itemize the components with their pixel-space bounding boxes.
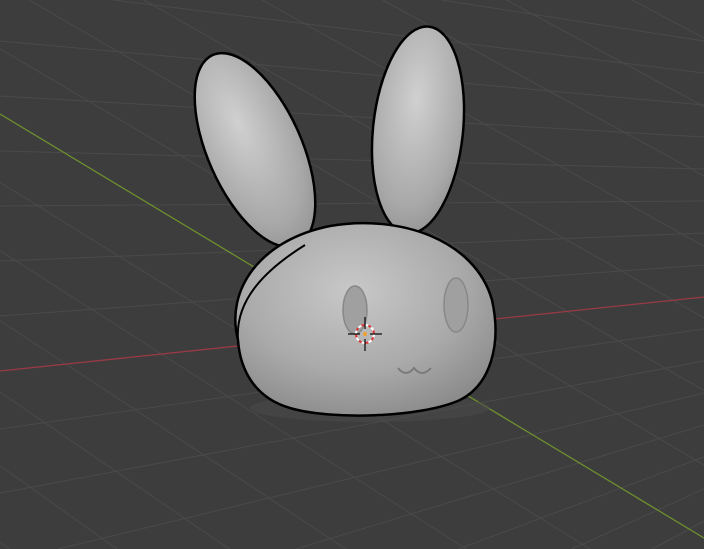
left-eye: [342, 285, 368, 335]
grid-line: [0, 541, 10, 549]
bunny-mesh[interactable]: [170, 22, 497, 422]
grid-line: [0, 465, 118, 549]
right-eye: [443, 277, 469, 333]
grid-line: [261, 0, 704, 247]
grid-line: [295, 424, 704, 549]
3d-viewport[interactable]: [0, 0, 704, 549]
grid-line: [441, 0, 704, 42]
grid-line: [0, 200, 704, 207]
grid-line: [506, 0, 704, 108]
grid-line: [0, 391, 230, 549]
grid-line: [0, 95, 704, 138]
right-ear[interactable]: [362, 22, 473, 238]
grid-line: [458, 456, 704, 549]
grid-line: [0, 150, 704, 170]
grid-line: [652, 520, 704, 549]
grid-line: [632, 0, 704, 39]
viewport-canvas[interactable]: [0, 0, 704, 549]
